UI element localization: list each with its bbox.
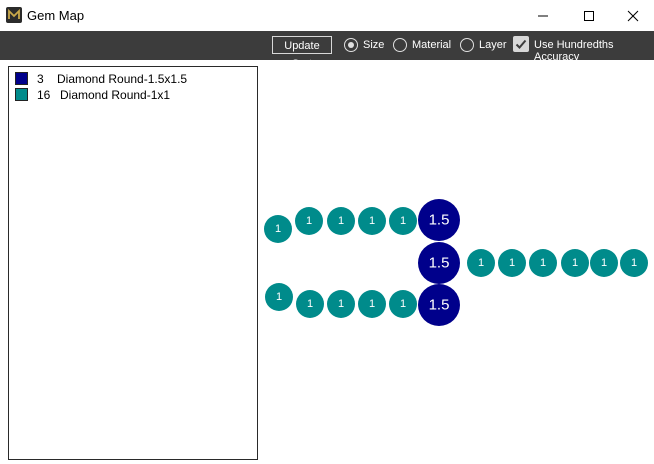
gem-size-label: 1 (509, 257, 515, 269)
gem-marker[interactable]: 1 (264, 215, 292, 243)
gem-marker[interactable]: 1.5 (418, 284, 460, 326)
gem-size-label: 1 (631, 257, 637, 269)
legend-name: Diamond Round-1x1 (60, 88, 171, 102)
gem-marker[interactable]: 1 (358, 207, 386, 235)
size-radio-label: Size (363, 39, 385, 51)
legend-count: 16 (37, 88, 51, 102)
material-radio-label: Material (412, 39, 452, 51)
gem-size-label: 1 (400, 215, 406, 227)
gem-marker[interactable]: 1 (620, 249, 648, 277)
gem-size-label: 1 (276, 291, 282, 303)
legend-swatch (15, 88, 28, 101)
gem-marker[interactable]: 1.5 (418, 199, 460, 241)
gem-size-label: 1 (307, 298, 313, 310)
size-radio[interactable] (344, 38, 358, 52)
gem-size-label: 1 (369, 215, 375, 227)
layer-radio[interactable] (460, 38, 474, 52)
gem-size-label: 1 (540, 257, 546, 269)
gem-size-label: 1 (306, 215, 312, 227)
gem-map-svg: 1 1 1 1 1 1.5 1.5 1 1 1 1 1 1 1 1 1 1 1 1.5 (264, 199, 648, 326)
gem-legend-panel: 3 Diamond Round-1.5x1.5 16 Diamond Round… (8, 66, 258, 460)
gem-marker[interactable]: 1 (295, 207, 323, 235)
minimize-icon (538, 15, 548, 16)
close-button[interactable] (612, 0, 654, 31)
app-logo-icon (6, 7, 22, 23)
material-radio[interactable] (393, 38, 407, 52)
gem-size-label: 1.5 (429, 255, 450, 272)
gem-marker[interactable]: 1 (265, 283, 293, 311)
gem-size-label: 1.5 (429, 212, 450, 229)
gem-size-label: 1 (369, 298, 375, 310)
update-sort-button[interactable]: Update Sort (272, 36, 332, 70)
legend-swatch (15, 72, 28, 85)
gem-size-label: 1 (400, 298, 406, 310)
legend-name: Diamond Round-1.5x1.5 (57, 72, 188, 86)
gem-marker[interactable]: 1 (327, 290, 355, 318)
checkmark-icon (515, 39, 527, 49)
gem-size-label: 1 (338, 298, 344, 310)
maximize-button[interactable] (566, 0, 612, 31)
gem-marker[interactable]: 1 (389, 207, 417, 235)
gem-marker[interactable]: 1 (561, 249, 589, 277)
gem-marker[interactable]: 1 (327, 207, 355, 235)
gem-marker[interactable]: 1 (296, 290, 324, 318)
gem-size-label: 1 (478, 257, 484, 269)
gem-size-label: 1 (338, 215, 344, 227)
title-bar[interactable]: Gem Map (0, 0, 654, 31)
maximize-icon (584, 10, 594, 21)
gem-marker[interactable]: 1 (389, 290, 417, 318)
hundredths-accuracy-checkbox[interactable] (513, 36, 529, 52)
gem-map-window: Gem Map Update Sort Size Material Layer (0, 0, 654, 464)
gem-size-label: 1 (275, 223, 281, 235)
legend-count: 3 (37, 72, 44, 86)
toolbar: Update Sort Size Material Layer Use Hund… (0, 31, 654, 70)
layer-radio-label: Layer (479, 39, 507, 51)
gem-marker[interactable]: 1 (590, 249, 618, 277)
gem-marker[interactable]: 1 (529, 249, 557, 277)
gem-marker[interactable]: 1 (498, 249, 526, 277)
gem-marker[interactable]: 1 (358, 290, 386, 318)
gem-marker[interactable]: 1.5 (418, 242, 460, 284)
gem-size-label: 1.5 (429, 297, 450, 314)
window-title: Gem Map (27, 8, 85, 23)
minimize-button[interactable] (520, 0, 566, 31)
close-icon (627, 10, 639, 21)
gem-map-canvas: 1 1 1 1 1 1.5 1.5 1 1 1 1 1 1 1 1 1 1 1 1.5 (260, 60, 654, 464)
gem-size-label: 1 (572, 257, 578, 269)
gem-size-label: 1 (601, 257, 607, 269)
gem-marker[interactable]: 1 (467, 249, 495, 277)
